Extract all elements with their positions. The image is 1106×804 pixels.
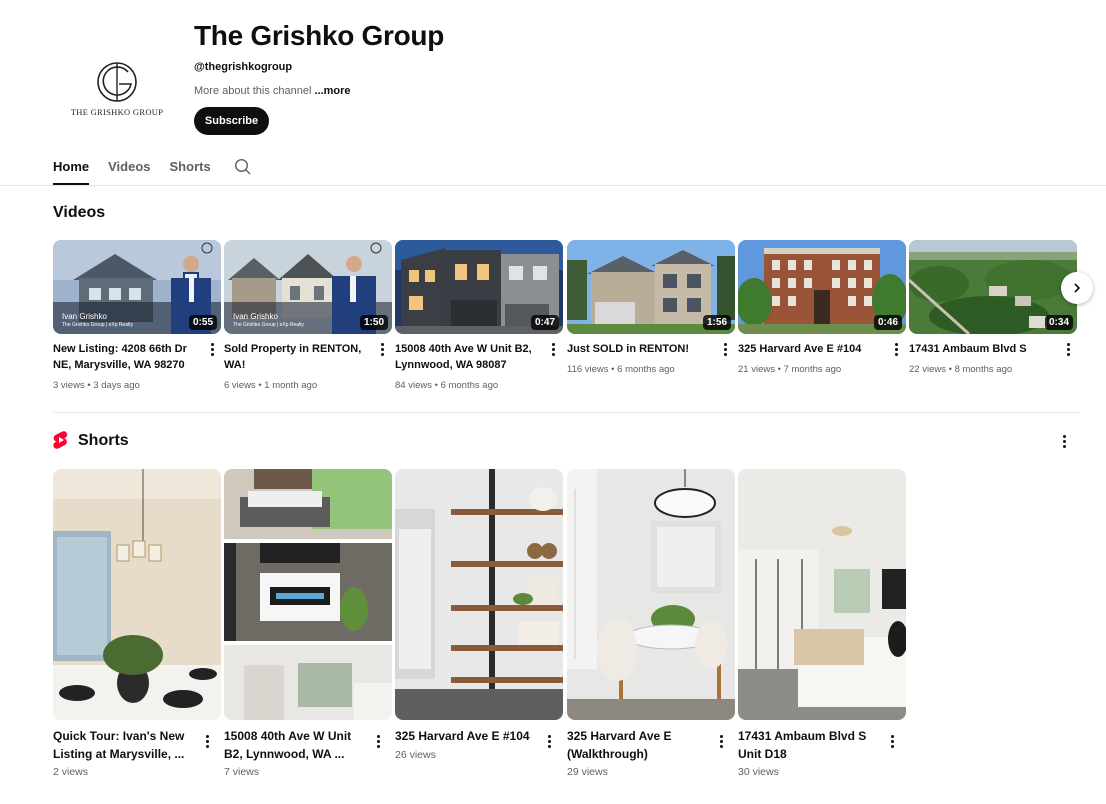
videos-section-title[interactable]: Videos — [53, 204, 105, 222]
video-title[interactable]: 325 Harvard Ave E #104 — [738, 341, 886, 357]
video-thumbnail[interactable]: 0:47 — [395, 240, 563, 334]
video-title[interactable]: 15008 40th Ave W Unit B2, Lynnwood, WA 9… — [395, 341, 543, 373]
more-vert-icon[interactable] — [715, 733, 727, 749]
more-vert-icon[interactable] — [543, 733, 555, 749]
more-vert-icon[interactable] — [547, 341, 559, 357]
tab-videos[interactable]: Videos — [108, 150, 150, 185]
video-title[interactable]: New Listing: 4208 66th Dr NE, Marysville… — [53, 341, 201, 373]
grishko-g-logo-icon — [97, 61, 137, 102]
video-title[interactable]: Just SOLD in RENTON! — [567, 341, 715, 357]
short-thumbnail[interactable] — [224, 469, 392, 720]
video-thumbnail[interactable]: 1:56 — [567, 240, 735, 334]
video-card[interactable]: Ivan Grishko The Grishko Group | eXp Rea… — [53, 240, 221, 391]
short-card[interactable]: 325 Harvard Ave E #104 26 views — [395, 469, 563, 761]
video-card[interactable]: 1:56 Just SOLD in RENTON! 116 views • 6 … — [567, 240, 735, 375]
channel-tabs: Home Videos Shorts — [53, 150, 230, 185]
short-meta: 7 views — [224, 766, 260, 778]
channel-handle: @thegrishkogroup — [194, 61, 293, 73]
short-title[interactable]: Quick Tour: Ivan's New Listing at Marysv… — [53, 727, 193, 763]
more-vert-icon[interactable] — [201, 733, 213, 749]
video-duration: 0:34 — [1044, 315, 1073, 330]
thumb-agent-sub: The Grishko Group | eXp Realty — [233, 322, 305, 328]
more-vert-icon[interactable] — [376, 341, 388, 357]
short-card[interactable]: 325 Harvard Ave E (Walkthrough) 29 views — [567, 469, 735, 778]
tab-shorts[interactable]: Shorts — [170, 150, 211, 185]
short-title[interactable]: 15008 40th Ave W Unit B2, Lynnwood, WA .… — [224, 727, 364, 763]
video-duration: 1:50 — [359, 315, 388, 330]
video-duration: 0:47 — [530, 315, 559, 330]
video-title[interactable]: 17431 Ambaum Blvd S — [909, 341, 1057, 357]
short-card[interactable]: 15008 40th Ave W Unit B2, Lynnwood, WA .… — [224, 469, 392, 778]
about-text: More about this channel — [194, 85, 315, 97]
more-vert-icon[interactable] — [886, 733, 898, 749]
video-duration: 1:56 — [702, 315, 731, 330]
channel-about[interactable]: More about this channel ...more — [194, 85, 351, 97]
video-thumbnail[interactable]: 0:46 — [738, 240, 906, 334]
tabs-divider — [0, 185, 1106, 186]
short-card[interactable]: Quick Tour: Ivan's New Listing at Marysv… — [53, 469, 221, 778]
more-vert-icon[interactable] — [1058, 433, 1070, 449]
video-card[interactable]: 0:47 15008 40th Ave W Unit B2, Lynnwood,… — [395, 240, 563, 391]
short-meta: 29 views — [567, 766, 608, 778]
channel-avatar: THE GRISHKO GROUP — [53, 24, 181, 152]
short-title[interactable]: 325 Harvard Ave E (Walkthrough) — [567, 727, 707, 763]
channel-title: The Grishko Group — [194, 20, 445, 51]
thumb-agent-name: Ivan Grishko — [233, 312, 278, 321]
video-meta: 6 views • 1 month ago — [224, 380, 318, 391]
video-meta: 84 views • 6 months ago — [395, 380, 499, 391]
more-vert-icon[interactable] — [890, 341, 902, 357]
thumb-agent-name: Ivan Grishko — [62, 312, 107, 321]
video-thumbnail[interactable]: Ivan Grishko The Grishko Group | eXp Rea… — [53, 240, 221, 334]
thumb-agent-overlay: Ivan Grishko The Grishko Group | eXp Rea… — [233, 312, 304, 330]
video-title[interactable]: Sold Property in RENTON, WA! — [224, 341, 372, 373]
video-card[interactable]: 0:46 325 Harvard Ave E #104 21 views • 7… — [738, 240, 906, 375]
short-title[interactable]: 17431 Ambaum Blvd S Unit D18 — [738, 727, 878, 763]
short-meta: 2 views — [53, 766, 89, 778]
short-thumbnail[interactable] — [567, 469, 735, 720]
short-thumbnail[interactable] — [395, 469, 563, 720]
short-meta: 30 views — [738, 766, 779, 778]
shorts-logo-icon — [53, 431, 69, 454]
about-more-link[interactable]: ...more — [314, 85, 350, 97]
video-thumbnail[interactable]: 0:34 — [909, 240, 1077, 334]
subscribe-button[interactable]: Subscribe — [194, 107, 269, 135]
thumb-agent-overlay: Ivan Grishko The Grishko Group | eXp Rea… — [62, 312, 133, 330]
video-thumbnail[interactable]: Ivan Grishko The Grishko Group | eXp Rea… — [224, 240, 392, 334]
video-duration: 0:46 — [873, 315, 902, 330]
short-title[interactable]: 325 Harvard Ave E #104 — [395, 727, 535, 745]
short-meta: 26 views — [395, 749, 436, 761]
section-divider — [53, 412, 1080, 413]
avatar-brand-text: THE GRISHKO GROUP — [70, 106, 164, 117]
more-vert-icon[interactable] — [206, 341, 218, 357]
video-meta: 22 views • 8 months ago — [909, 364, 1013, 375]
tab-home[interactable]: Home — [53, 150, 90, 185]
more-vert-icon[interactable] — [1062, 341, 1074, 357]
thumb-agent-sub: The Grishko Group | eXp Realty — [62, 322, 134, 328]
carousel-next-button[interactable] — [1061, 272, 1093, 304]
video-meta: 116 views • 6 months ago — [567, 364, 675, 375]
search-icon[interactable] — [234, 158, 252, 181]
short-card[interactable]: 17431 Ambaum Blvd S Unit D18 30 views — [738, 469, 906, 778]
more-vert-icon[interactable] — [372, 733, 384, 749]
short-thumbnail[interactable] — [738, 469, 906, 720]
video-card[interactable]: 0:34 17431 Ambaum Blvd S 22 views • 8 mo… — [909, 240, 1077, 375]
short-thumbnail[interactable] — [53, 469, 221, 720]
shorts-section-title[interactable]: Shorts — [78, 432, 129, 450]
chevron-right-icon — [1074, 283, 1081, 293]
video-duration: 0:55 — [188, 315, 217, 330]
video-meta: 21 views • 7 months ago — [738, 364, 842, 375]
more-vert-icon[interactable] — [719, 341, 731, 357]
video-card[interactable]: Ivan Grishko The Grishko Group | eXp Rea… — [224, 240, 392, 391]
video-meta: 3 views • 3 days ago — [53, 380, 140, 391]
